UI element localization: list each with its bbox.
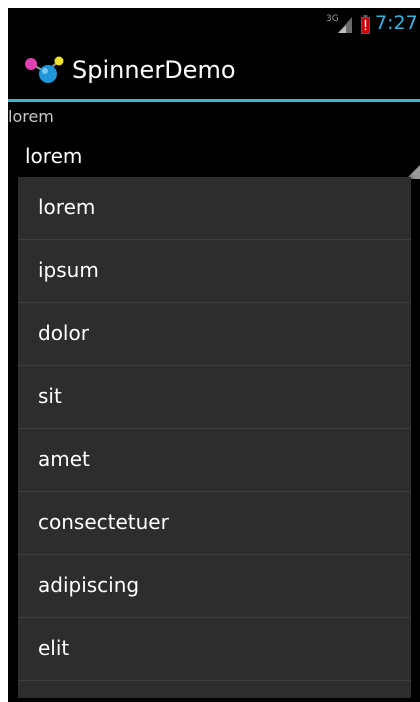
dropdown-option-amet[interactable]: amet (18, 429, 411, 492)
spinner[interactable]: lorem (8, 136, 420, 179)
dropdown-option-lorem[interactable]: lorem (18, 177, 411, 240)
option-label: sit (38, 384, 62, 408)
dropdown-option-dolor[interactable]: dolor (18, 303, 411, 366)
option-label: consectetuer (38, 510, 169, 534)
option-label: amet (38, 447, 90, 471)
battery-alert-icon (361, 15, 370, 38)
dropdown-option-adipiscing[interactable]: adipiscing (18, 555, 411, 618)
spinner-selected-value: lorem (25, 144, 83, 168)
action-bar: SpinnerDemo (8, 41, 420, 102)
network-type: 3G (326, 14, 339, 24)
device-screen: 3G 7:27 SpinnerDemo lorem lorem lorem ip… (8, 8, 420, 702)
status-clock: 7:27 (375, 12, 418, 34)
dropdown-option-sit[interactable]: sit (18, 366, 411, 429)
status-bar: 3G 7:27 (8, 8, 420, 41)
option-label: dolor (38, 321, 89, 345)
spinner-dropdown: lorem ipsum dolor sit amet consectetuer … (18, 177, 411, 698)
app-launcher-icon[interactable] (24, 55, 68, 89)
option-label: ipsum (38, 258, 99, 282)
selection-label: lorem (8, 107, 54, 126)
app-title: SpinnerDemo (72, 56, 236, 84)
signal-icon (338, 17, 352, 37)
option-label: adipiscing (38, 573, 140, 597)
option-label: lorem (38, 195, 96, 219)
dropdown-option-ipsum[interactable]: ipsum (18, 240, 411, 303)
option-label: elit (38, 636, 70, 660)
dropdown-option-elit[interactable]: elit (18, 618, 411, 681)
dropdown-option-consectetuer[interactable]: consectetuer (18, 492, 411, 555)
